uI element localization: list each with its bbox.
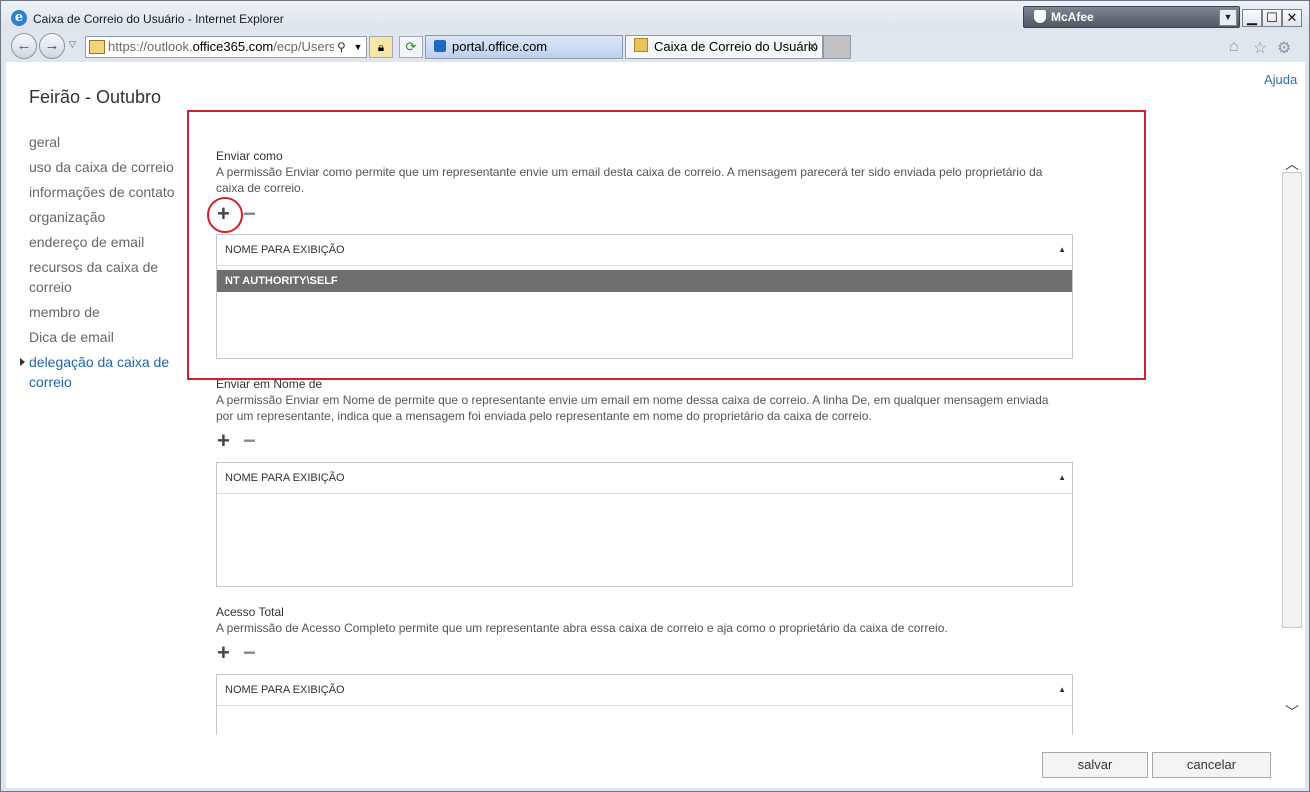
title-bar: e Caixa de Correio do Usuário - Internet… [1,1,1309,30]
full-access-grid: NOME PARA EXIBIÇÃO ▲ [216,674,1073,735]
sidebar-item-organization[interactable]: organização [29,207,189,227]
sidebar-item-email-address[interactable]: endereço de email [29,232,189,252]
maximize-button[interactable]: ☐ [1262,9,1282,27]
office-icon [434,40,446,52]
mcafee-label: McAfee [1051,10,1094,24]
help-link[interactable]: Ajuda [1264,72,1297,87]
favorites-star-icon[interactable]: ☆ [1253,38,1267,58]
column-header-label: NOME PARA EXIBIÇÃO [225,472,345,484]
sort-ascending-icon[interactable]: ▲ [1058,463,1066,493]
full-access-title: Acesso Total [216,605,284,619]
close-window-button[interactable]: ✕ [1282,9,1302,27]
scrollbar-thumb[interactable] [1282,172,1302,628]
address-url[interactable]: https://outlook.office365.com/ecp/UsersG [108,37,334,57]
sidebar-item-general[interactable]: geral [29,132,189,152]
tab-portal[interactable]: portal.office.com [425,35,623,59]
sidebar-item-mail-tip[interactable]: Dica de email [29,327,189,347]
internet-explorer-icon: e [11,10,27,26]
sidebar-item-member-of[interactable]: membro de [29,302,189,322]
back-arrow-icon[interactable]: ← [11,33,37,59]
navigation-bar: ← → ▽ https://outlook.office365.com/ecp/… [1,30,1309,62]
highlight-box [187,110,1146,380]
column-header-display-name[interactable]: NOME PARA EXIBIÇÃO ▲ [217,675,1072,706]
scroll-down-icon[interactable]: ﹀ [1285,702,1299,722]
tab-label: Caixa de Correio do Usuário [654,39,819,54]
sidebar-item-mailbox-features[interactable]: recursos da caixa de correio [29,257,189,297]
full-access-remove-button[interactable]: − [243,642,256,664]
tab-user-mailbox[interactable]: Caixa de Correio do Usuário ✕ [625,35,823,59]
refresh-icon[interactable]: ⟳ [399,36,423,58]
full-access-add-button[interactable]: + [217,642,230,664]
full-access-description: A permissão de Acesso Completo permite q… [216,621,948,635]
column-header-label: NOME PARA EXIBIÇÃO [225,684,345,696]
address-bar[interactable]: https://outlook.office365.com/ecp/UsersG… [85,36,367,58]
send-on-behalf-add-button[interactable]: + [217,430,230,452]
search-icon[interactable]: ⚲ [337,37,346,57]
tab-label: portal.office.com [452,39,548,54]
browser-window: e Caixa de Correio do Usuário - Internet… [0,0,1310,792]
send-on-behalf-grid: NOME PARA EXIBIÇÃO ▲ [216,462,1073,587]
sidebar-item-contact-info[interactable]: informações de contato [29,182,189,202]
forward-arrow-icon[interactable]: → [39,33,65,59]
column-header-display-name[interactable]: NOME PARA EXIBIÇÃO ▲ [217,463,1072,494]
address-dropdown-icon[interactable]: ▼ [352,37,364,57]
cancel-button[interactable]: cancelar [1152,752,1271,778]
close-tab-icon[interactable]: ✕ [807,36,818,58]
history-dropdown-icon[interactable]: ▽ [69,39,76,50]
mcafee-shield-icon [1034,10,1046,23]
page-favicon-icon [89,40,105,54]
scroll-up-icon[interactable]: ︿ [1285,154,1299,174]
new-tab-button[interactable] [823,35,851,59]
sidebar-item-mailbox-usage[interactable]: uso da caixa de correio [29,157,189,177]
gear-icon[interactable]: ⚙ [1277,38,1291,58]
save-button[interactable]: salvar [1042,752,1148,778]
mcafee-toolbar[interactable]: McAfee ▼ [1023,6,1240,28]
sidebar-item-mailbox-delegation[interactable]: delegação da caixa de correio [20,352,189,392]
highlight-circle [207,197,243,233]
home-icon[interactable]: ⌂ [1229,38,1239,56]
page-title: Feirão - Outubro [29,87,162,107]
send-on-behalf-description: A permissão Enviar em Nome de permite qu… [216,393,1049,423]
mail-icon [634,38,648,52]
send-on-behalf-remove-button[interactable]: − [243,430,256,452]
sidebar: geral uso da caixa de correio informaçõe… [20,132,189,397]
window-title: Caixa de Correio do Usuário - Internet E… [33,12,284,26]
minimize-button[interactable]: ▁ [1242,9,1262,27]
lock-icon[interactable]: 🔒︎ [369,36,393,58]
mcafee-dropdown-icon[interactable]: ▼ [1219,9,1237,26]
sort-ascending-icon[interactable]: ▲ [1058,675,1066,705]
